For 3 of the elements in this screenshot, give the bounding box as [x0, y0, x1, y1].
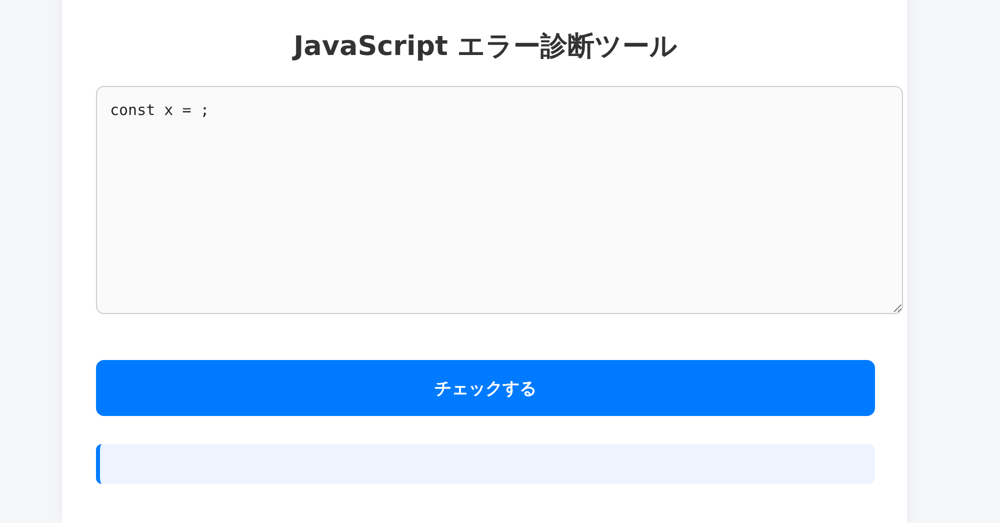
check-button[interactable]: チェックする [96, 360, 875, 416]
code-input-field[interactable]: const x = ; [96, 86, 903, 314]
page-title: JavaScript エラー診断ツール [291, 30, 678, 64]
